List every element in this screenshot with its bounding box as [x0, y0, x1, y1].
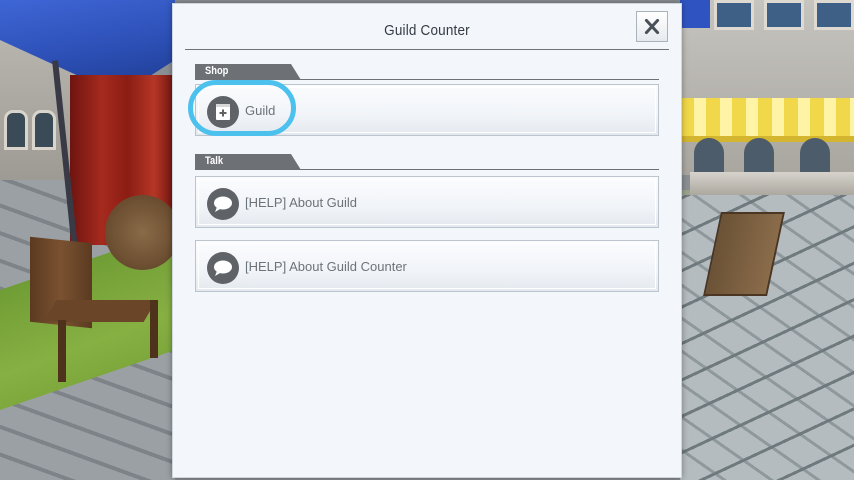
close-icon — [644, 18, 660, 35]
yellow-awning — [680, 98, 854, 142]
round-table — [105, 195, 180, 270]
section-label: Shop — [205, 65, 229, 77]
section-label: Talk — [205, 155, 224, 167]
talk-item-about-guild-counter[interactable]: [HELP] About Guild Counter — [195, 240, 659, 292]
window — [764, 0, 804, 30]
guild-shop-icon — [207, 96, 239, 128]
arch — [800, 138, 830, 172]
chair-leg — [58, 320, 66, 382]
section-divider — [195, 79, 659, 80]
arch — [694, 138, 724, 172]
talk-item-label: [HELP] About Guild Counter — [245, 259, 407, 274]
shop-item-label: Guild — [245, 103, 276, 118]
window — [4, 110, 28, 150]
talk-item-label: [HELP] About Guild — [245, 195, 358, 210]
chair-leg — [150, 300, 158, 358]
close-button[interactable] — [636, 11, 668, 42]
speech-bubble-icon — [207, 188, 239, 220]
window — [714, 0, 754, 30]
dialog-title: Guild Counter — [384, 22, 470, 39]
arch — [744, 138, 774, 172]
section-divider — [195, 169, 659, 170]
window — [32, 110, 56, 150]
talk-item-about-guild[interactable]: [HELP] About Guild — [195, 176, 659, 228]
title-divider — [185, 49, 669, 50]
guild-counter-dialog: Guild Counter Shop Guild Talk [HELP] Abo… — [172, 3, 682, 478]
speech-bubble-icon — [207, 252, 239, 284]
window — [814, 0, 854, 30]
section-header-shop: Shop — [195, 64, 301, 80]
section-header-talk: Talk — [195, 154, 301, 170]
sky — [680, 0, 710, 28]
shop-item-guild[interactable]: Guild — [195, 84, 659, 136]
chair-seat — [43, 300, 157, 322]
